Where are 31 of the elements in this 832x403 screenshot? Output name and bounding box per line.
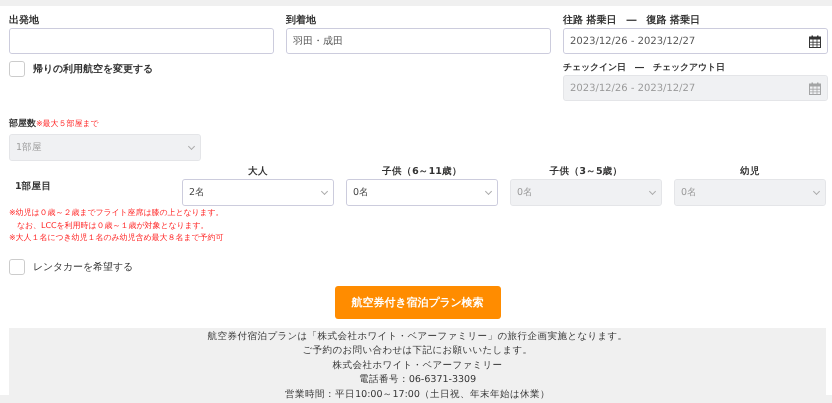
column-heading: 大人 <box>246 165 269 179</box>
footer-text: ご予約のお問い合わせは下記にお願いいたします。 <box>302 344 532 358</box>
column-heading: 子供（6～11歳） <box>381 165 463 179</box>
select-field[interactable]: 0名 <box>346 179 498 206</box>
footer-text: 電話番号：06-6371-3309 <box>358 373 476 387</box>
column-heading: 子供（3～5歳） <box>548 165 624 179</box>
field-label: チェックイン日 ― チェックアウト日 <box>563 62 726 75</box>
input-field[interactable] <box>9 28 274 54</box>
field-label: 往路 搭乗日 ― 復路 搭乗日 <box>563 14 701 28</box>
input-field[interactable]: 2023/12/26 - 2023/12/27 <box>563 28 828 54</box>
checkbox-label: 帰りの利用航空を変更する <box>33 62 153 76</box>
calendar-icon <box>809 34 821 48</box>
field-label: 到着地 <box>286 14 317 28</box>
footer-text: 株式会社ホワイト・ベアーファミリー <box>332 358 502 372</box>
checkbox[interactable] <box>9 258 25 274</box>
checkbox-label: レンタカーを希望する <box>33 260 133 274</box>
footer-text: 航空券付宿泊プランは「株式会社ホワイト・ベアーファミリー」の旅行企画実施となります。 <box>208 330 628 344</box>
checkbox[interactable] <box>9 61 25 77</box>
row-label: 1部屋目 <box>14 180 53 193</box>
input-field[interactable]: 羽田・成田 <box>286 28 551 54</box>
note-text: ※幼児は０歳～２歳までフライト座席は膝の上となります。 <box>9 207 225 219</box>
column-heading: 幼児 <box>738 165 761 179</box>
search-button[interactable]: 航空券付き宿泊プラン検索 <box>334 286 500 318</box>
field-label: 出発地 <box>9 14 40 28</box>
calendar-icon <box>809 82 821 94</box>
note-text: なお、LCCを利用時は０歳～１歳が対象となります。 <box>16 220 210 232</box>
field-note: ※最大５部屋まで <box>36 118 99 129</box>
note-text: ※大人１名につき幼児１名のみ幼児含め最大８名まで予約可 <box>9 232 225 244</box>
footer-text: 営業時間：平日10:00～17:00（土日祝、年末年始は休業） <box>285 388 550 402</box>
field-label: 部屋数 <box>9 117 36 131</box>
select-field[interactable]: 2名 <box>182 179 334 206</box>
